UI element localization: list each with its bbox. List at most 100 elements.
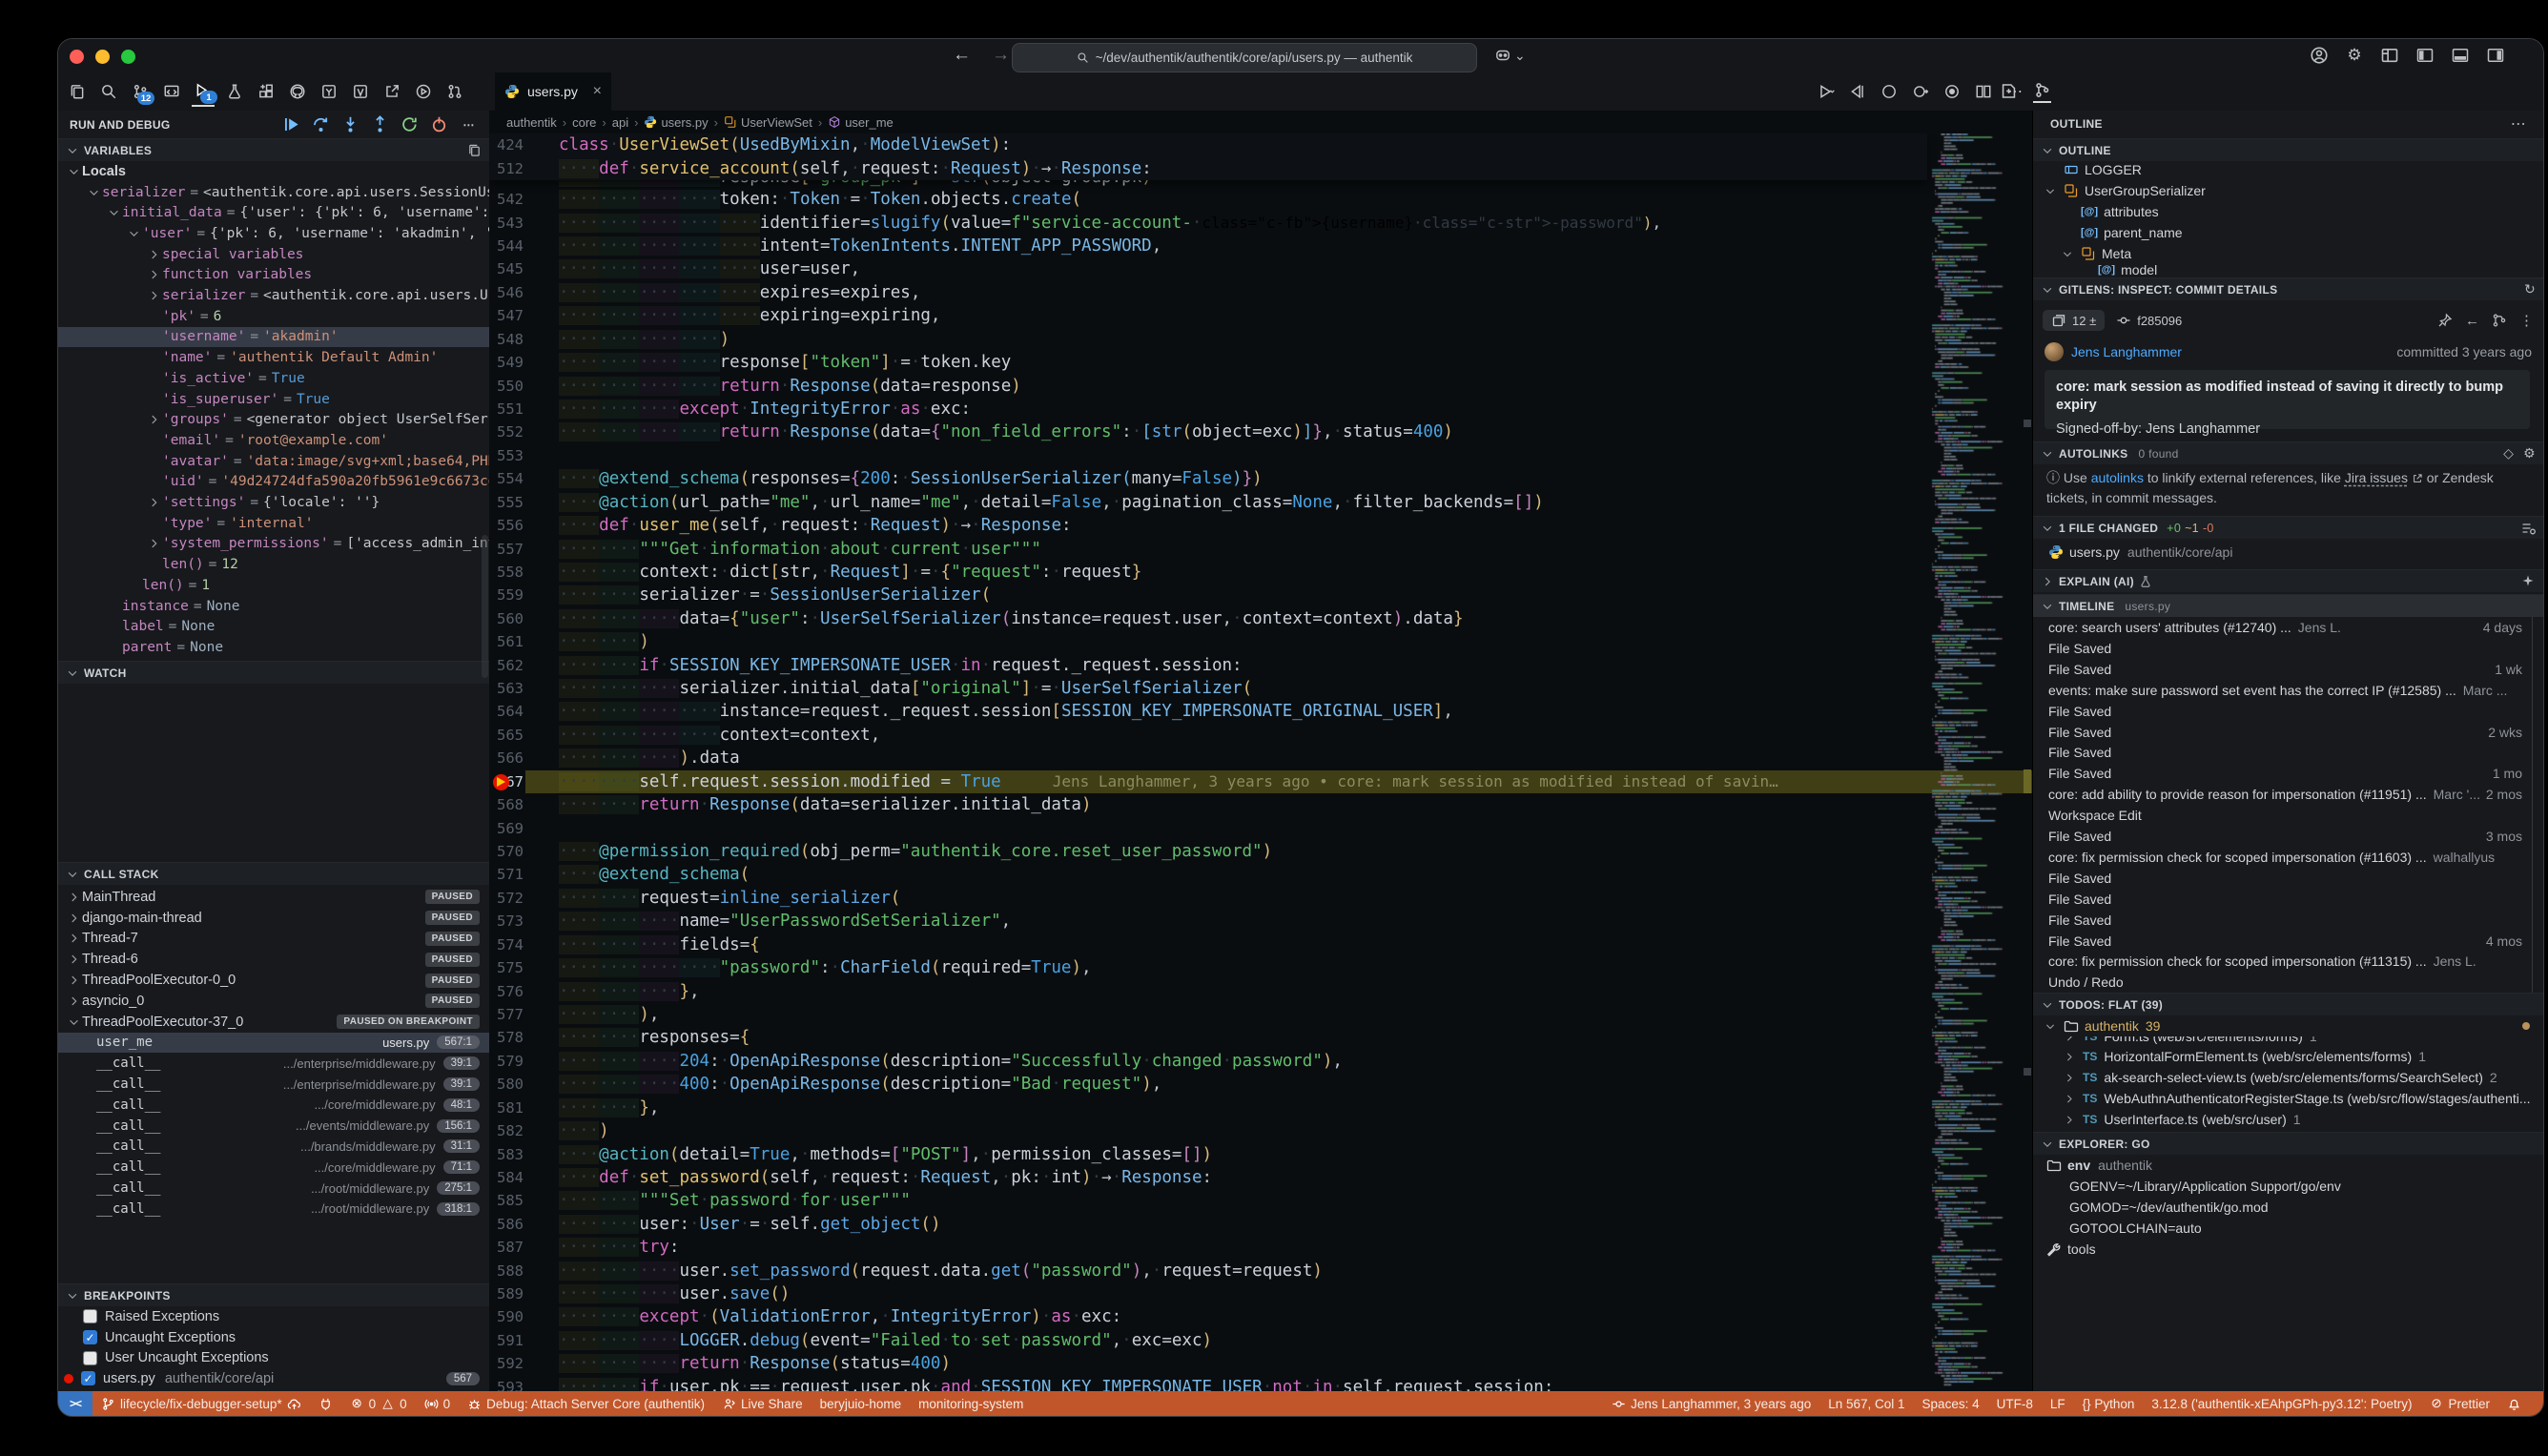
timeline-item[interactable]: File Saved1 mo: [2033, 763, 2543, 784]
code-line[interactable]: 587········try:: [489, 1236, 2032, 1259]
variable-row[interactable]: 'email'='root@example.com': [58, 430, 489, 451]
code-line[interactable]: 554····@extend_schema(responses={200:·Se…: [489, 467, 2032, 490]
status-encoding[interactable]: UTF-8: [1988, 1391, 2042, 1416]
debug-step-out-button[interactable]: [371, 115, 389, 133]
breadcrumb-item[interactable]: core: [572, 115, 596, 130]
code-line[interactable]: 570····@permission_required(obj_perm="au…: [489, 840, 2032, 863]
variable-row[interactable]: 'type'='internal': [58, 513, 489, 534]
open-changes-icon[interactable]: [2000, 82, 2018, 102]
status-problems[interactable]: ⊗0△0: [341, 1391, 416, 1416]
variable-row[interactable]: 'system_permissions'=['access_admin_inte…: [58, 534, 489, 555]
call-stack-frame-row[interactable]: user_meusers.py567:1: [58, 1033, 489, 1054]
code-line[interactable]: 585········"""Set·password·for·user""": [489, 1189, 2032, 1212]
commit-graph-icon[interactable]: [2492, 313, 2507, 328]
jira-issues-link[interactable]: Jira issues: [2345, 470, 2408, 485]
breadcrumb-item[interactable]: authentik: [506, 115, 557, 130]
status-remote-indicator[interactable]: ><: [58, 1391, 92, 1416]
breadcrumb-item[interactable]: user_me: [828, 115, 894, 130]
code-line[interactable]: 565················context=context,: [489, 724, 2032, 747]
timeline-item[interactable]: core: fix permission check for scoped im…: [2033, 847, 2543, 868]
variable-row[interactable]: 'pk'=6: [58, 306, 489, 327]
activity-run-and-debug-icon[interactable]: 1: [192, 76, 215, 107]
debug-circle-icon[interactable]: [1880, 83, 1898, 100]
nav-forward-icon[interactable]: →: [992, 45, 1010, 66]
checkbox[interactable]: ✓: [83, 1330, 97, 1344]
code-line[interactable]: 553: [489, 444, 2032, 467]
code-line[interactable]: 586········user:·User·=·self.get_object(…: [489, 1213, 2032, 1236]
activity-copy-icon[interactable]: [66, 77, 89, 106]
code-line[interactable]: 563············serializer.initial_data["…: [489, 677, 2032, 700]
todos-folder-row[interactable]: authentik39: [2033, 1015, 2543, 1036]
code-line[interactable]: 591············LOGGER.debug(event="Faile…: [489, 1329, 2032, 1352]
activity-search-icon[interactable]: [97, 77, 120, 106]
run-python-file-dropdown[interactable]: [1818, 83, 1835, 100]
minimize-window-button[interactable]: [95, 50, 110, 64]
code-line[interactable]: 549················response["token"]·=·t…: [489, 351, 2032, 374]
timeline-item[interactable]: core: search users' attributes (#12740) …: [2033, 617, 2543, 638]
code-line[interactable]: ················response["group_pk"]·=·s…: [489, 180, 1927, 188]
code-line[interactable]: 573············name="UserPasswordSetSeri…: [489, 910, 2032, 933]
zoom-window-button[interactable]: [121, 50, 135, 64]
commit-author-link[interactable]: Jens Langhammer: [2071, 344, 2182, 359]
explorer-go-section-header[interactable]: EXPLORER: GO: [2033, 1132, 2543, 1155]
status-live-share[interactable]: Live Share: [713, 1391, 812, 1416]
checkbox[interactable]: [83, 1309, 97, 1323]
call-stack-thread-row[interactable]: ThreadPoolExecutor-37_0PAUSED ON BREAKPO…: [58, 1012, 489, 1033]
toggle-secondary-sidebar-icon[interactable]: [2486, 46, 2505, 65]
todo-file-row[interactable]: TSHorizontalFormElement.ts (web/src/elem…: [2033, 1046, 2543, 1067]
outline-item[interactable]: UserGroupSerializer: [2033, 180, 2543, 201]
activity-github-icon[interactable]: [286, 77, 309, 106]
overview-ruler[interactable]: [2023, 133, 2032, 1391]
call-stack-thread-row[interactable]: ThreadPoolExecutor-0_0PAUSED: [58, 970, 489, 991]
timeline-item[interactable]: File Saved1 wk: [2033, 659, 2543, 680]
code-line[interactable]: 589············user.save(): [489, 1282, 2032, 1305]
code-line[interactable]: 569: [489, 816, 2032, 839]
code-editor[interactable]: 542················token:·Token·=·Token.…: [489, 133, 2032, 1391]
debug-disconnect-button[interactable]: [430, 115, 448, 133]
variable-row[interactable]: 'is_superuser'=True: [58, 389, 489, 410]
code-line[interactable]: 592············return·Response(status=40…: [489, 1352, 2032, 1375]
breakpoint-current-frame-icon[interactable]: [493, 774, 509, 790]
gitlens-section-header[interactable]: GITLENS: INSPECT: COMMIT DETAILS ↻: [2033, 277, 2543, 300]
call-stack-section-header[interactable]: CALL STACK: [58, 862, 489, 885]
toggle-panel-icon[interactable]: [2451, 46, 2470, 65]
code-line[interactable]: 547····················expiring=expiring…: [489, 304, 2032, 327]
code-line[interactable]: 558········context:·dict[str,·Request]·=…: [489, 561, 2032, 584]
timeline-section-header[interactable]: TIMELINE users.py: [2033, 594, 2543, 617]
activity-pull-request-icon[interactable]: [443, 77, 466, 106]
status-debug-console[interactable]: [310, 1391, 341, 1416]
call-stack-thread-row[interactable]: MainThreadPAUSED: [58, 887, 489, 908]
code-line[interactable]: 579············204:·OpenApiResponse(desc…: [489, 1050, 2032, 1073]
call-stack-frame-row[interactable]: __call__.../enterprise/middleware.py39:1: [58, 1074, 489, 1095]
variable-row[interactable]: 'settings'={'locale': ''}: [58, 492, 489, 513]
outline-item[interactable]: LOGGER: [2033, 159, 2543, 180]
code-line[interactable]: 546····················expires=expires,: [489, 281, 2032, 304]
breakpoint-exception-row[interactable]: User Uncaught Exceptions: [58, 1347, 489, 1368]
code-line[interactable]: 561········): [489, 630, 2032, 653]
tab-users-py[interactable]: users.py ×: [495, 72, 611, 111]
breakpoint-exception-row[interactable]: ✓Uncaught Exceptions: [58, 1327, 489, 1348]
status-notifications[interactable]: [2498, 1391, 2530, 1416]
code-line[interactable]: 578········responses={: [489, 1026, 2032, 1049]
status-prettier[interactable]: ⊘Prettier: [2420, 1391, 2498, 1416]
code-line[interactable]: 512····def·service_account(self,·request…: [489, 156, 1927, 179]
activity-run-task-icon[interactable]: [412, 77, 435, 106]
activity-yaml-icon[interactable]: [318, 77, 340, 106]
code-line[interactable]: 568········return·Response(data=serializ…: [489, 793, 2032, 816]
status-debug-status[interactable]: Debug: Attach Server Core (authentik): [459, 1391, 713, 1416]
code-line[interactable]: 555····@action(url_path="me",·url_name="…: [489, 490, 2032, 513]
variable-row[interactable]: 'groups'=<generator object UserSelfSeria…: [58, 409, 489, 430]
status-cursor-position[interactable]: Ln 567, Col 1: [1819, 1391, 1913, 1416]
refresh-icon[interactable]: ↻: [2524, 281, 2536, 297]
code-line[interactable]: 556····def·user_me(self,·request:·Reques…: [489, 514, 2032, 537]
autolinks-section-header[interactable]: AUTOLINKS 0 found ◇⚙: [2033, 441, 2543, 464]
timeline-item[interactable]: File Saved: [2033, 910, 2543, 931]
variable-row[interactable]: 'is_active'=True: [58, 368, 489, 389]
call-stack-thread-row[interactable]: Thread-6PAUSED: [58, 949, 489, 970]
debug-reverse-icon[interactable]: [1849, 83, 1866, 100]
code-line[interactable]: 571····@extend_schema(: [489, 863, 2032, 886]
status-indentation[interactable]: Spaces: 4: [1914, 1391, 1988, 1416]
code-line[interactable]: 548················): [489, 328, 2032, 351]
code-line[interactable]: 551············except·IntegrityError·as·…: [489, 398, 2032, 420]
copy-value-icon[interactable]: [467, 143, 482, 157]
